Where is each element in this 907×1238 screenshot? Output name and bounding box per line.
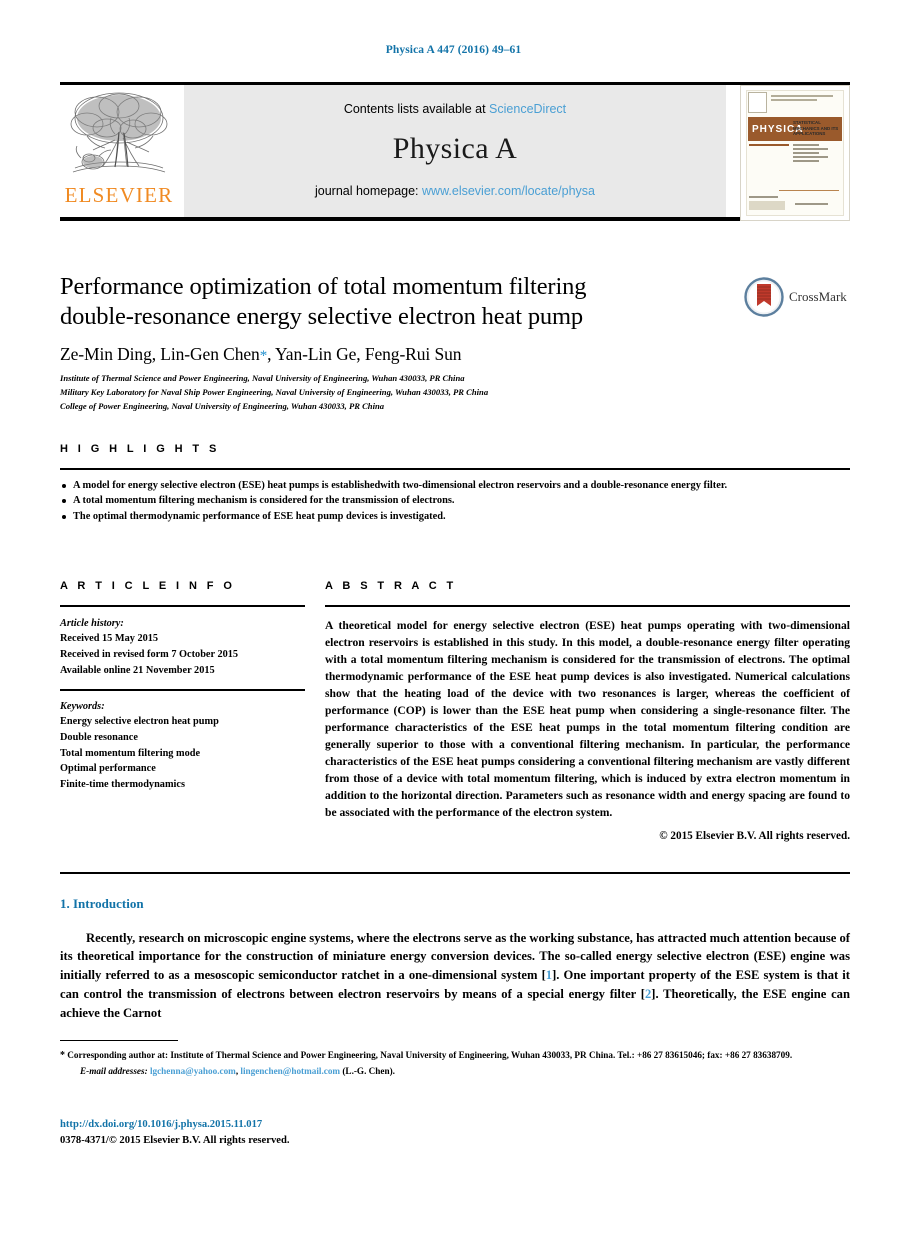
keyword-item: Energy selective electron heat pump (60, 716, 219, 728)
list-item: A model for energy selective electron (E… (60, 479, 850, 494)
page-title: Performance optimization of total moment… (60, 272, 760, 332)
cover-accent-bar (749, 144, 789, 146)
paper-page: Physica A 447 (2016) 49–61 ELSEVIER Cont… (0, 0, 907, 1238)
abstract-section: A B S T R A C T A theoretical model for … (305, 580, 850, 842)
email-link-2[interactable]: lingenchen@hotmail.com (240, 1066, 340, 1076)
elsevier-logo-block: ELSEVIER (60, 85, 178, 217)
email-addresses-line: E-mail addresses: lgchenna@yahoo.com, li… (60, 1066, 850, 1076)
masthead-center-panel: Contents lists available at ScienceDirec… (184, 85, 726, 217)
authors-primary: Ze-Min Ding, Lin-Gen Chen (60, 343, 260, 364)
history-item: Available online 21 November 2015 (60, 664, 215, 676)
highlights-heading: H I G H L I G H T S (60, 443, 220, 455)
list-item: The optimal thermodynamic performance of… (60, 510, 850, 525)
list-item: A total momentum filtering mechanism is … (60, 494, 850, 509)
cover-divider (779, 190, 839, 191)
elsevier-tree-icon (70, 92, 168, 173)
introduction-paragraph: Recently, research on microscopic engine… (60, 929, 850, 1023)
article-info-rule (60, 605, 305, 607)
cover-subtitle: STATISTICAL MECHANICS AND ITS APPLICATIO… (793, 120, 839, 136)
contents-available-line: Contents lists available at ScienceDirec… (344, 102, 566, 116)
crossmark-label: CrossMark (789, 289, 847, 304)
article-info-section: A R T I C L E I N F O Article history: R… (60, 580, 305, 842)
authors-secondary: , Yan-Lin Ge, Feng-Rui Sun (267, 343, 462, 364)
issn-copyright-line: 0378-4371/© 2015 Elsevier B.V. All right… (60, 1134, 290, 1146)
cover-top-row (748, 92, 843, 113)
footnote-rule (60, 1040, 178, 1042)
info-abstract-row: A R T I C L E I N F O Article history: R… (60, 580, 850, 842)
keyword-item: Optimal performance (60, 763, 156, 775)
keywords-label: Keywords: (60, 700, 105, 712)
article-history-block: Article history: Received 15 May 2015 Re… (60, 616, 305, 679)
introduction-section: 1. Introduction Recently, research on mi… (60, 872, 850, 1023)
affiliation-item: Military Key Laboratory for Naval Ship P… (60, 386, 489, 397)
journal-masthead: ELSEVIER Contents lists available at Sci… (60, 82, 850, 221)
masthead-bottom-rule (60, 217, 850, 221)
doi-link[interactable]: http://dx.doi.org/10.1016/j.physa.2015.1… (60, 1119, 262, 1130)
article-title-block: Performance optimization of total moment… (60, 272, 760, 414)
keywords-divider (60, 689, 305, 691)
abstract-text: A theoretical model for energy selective… (325, 618, 850, 819)
footnote-star-marker: * (60, 1050, 65, 1062)
affiliation-item: College of Power Engineering, Naval Univ… (60, 400, 385, 411)
running-head: Physica A 447 (2016) 49–61 (385, 44, 522, 56)
journal-homepage-line: journal homepage: www.elsevier.com/locat… (315, 184, 595, 198)
doi-block: http://dx.doi.org/10.1016/j.physa.2015.1… (60, 1117, 290, 1149)
journal-homepage-link[interactable]: www.elsevier.com/locate/physa (422, 184, 595, 198)
homepage-prefix-text: journal homepage: (314, 184, 419, 198)
cover-text-lines (793, 144, 841, 164)
sciencedirect-link[interactable]: ScienceDirect (489, 102, 566, 116)
page-footer: * Corresponding author at: Institute of … (60, 1040, 850, 1076)
keywords-block: Keywords: Energy selective electron heat… (60, 699, 305, 793)
article-info-heading: A R T I C L E I N F O (60, 580, 236, 592)
cover-publisher-mark (748, 92, 767, 113)
history-item: Received 15 May 2015 (60, 633, 159, 645)
crossmark-badge[interactable]: CrossMark (744, 274, 850, 320)
affiliation-item: Institute of Thermal Science and Power E… (60, 372, 465, 383)
highlights-section: H I G H L I G H T S A model for energy s… (60, 443, 850, 526)
keyword-item: Finite-time thermodynamics (60, 778, 185, 790)
journal-title: Physica A (392, 132, 518, 165)
keyword-item: Total momentum filtering mode (60, 747, 201, 759)
footnote-text: Corresponding author at: Institute of Th… (67, 1050, 793, 1061)
email-label: E-mail addresses: (80, 1066, 148, 1077)
journal-cover-block: PHYSICA STATISTICAL MECHANICS AND ITS AP… (736, 85, 850, 221)
title-line-2: double-resonance energy selective electr… (60, 302, 584, 330)
affiliation-list: Institute of Thermal Science and Power E… (60, 372, 760, 414)
history-item: Received in revised form 7 October 2015 (60, 648, 239, 660)
title-line-1: Performance optimization of total moment… (60, 273, 587, 300)
introduction-top-rule (60, 872, 850, 874)
abstract-copyright: © 2015 Elsevier B.V. All rights reserved… (659, 829, 850, 842)
corresponding-author-marker[interactable]: * (260, 348, 268, 364)
contents-prefix-text: Contents lists available at (343, 102, 486, 116)
author-list: Ze-Min Ding, Lin-Gen Chen*, Yan-Lin Ge, … (60, 344, 760, 365)
abstract-heading: A B S T R A C T (325, 580, 457, 592)
abstract-rule (325, 605, 850, 607)
cover-footer-right (795, 203, 841, 207)
journal-cover-thumbnail[interactable]: PHYSICA STATISTICAL MECHANICS AND ITS AP… (740, 85, 850, 221)
introduction-heading: 1. Introduction (60, 895, 144, 911)
article-history-label: Article history: (60, 617, 124, 629)
email-suffix: (L.-G. Chen). (340, 1066, 395, 1077)
email-link-1[interactable]: lgchenna@yahoo.com (150, 1066, 236, 1076)
keyword-item: Double resonance (60, 731, 138, 743)
highlights-list: A model for energy selective electron (E… (60, 470, 850, 525)
elsevier-wordmark: ELSEVIER (64, 183, 174, 207)
cover-top-textbars (771, 92, 843, 103)
cover-footer-left (749, 196, 789, 210)
crossmark-icon (744, 277, 784, 317)
corresponding-author-note: * Corresponding author at: Institute of … (60, 1048, 850, 1063)
